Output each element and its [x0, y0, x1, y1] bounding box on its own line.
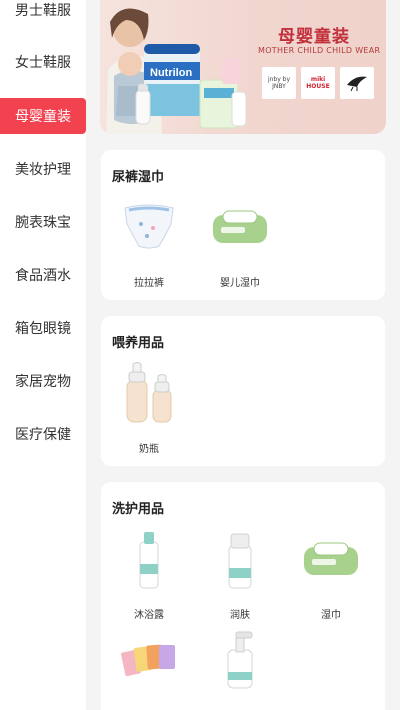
- category-item-pull-ups[interactable]: 拉拉裤: [114, 196, 184, 292]
- section-feeding: 喂养用品 奶瓶: [101, 316, 385, 466]
- body-wash-icon: [118, 528, 180, 590]
- nutrilon-logo-text: Nutrilon: [150, 67, 192, 79]
- section-diapers-wipes: 尿裤湿巾 拉拉裤 婴儿湿巾: [101, 150, 385, 300]
- banner-subtitle: MOTHER CHILD CHILD WEAR: [258, 46, 381, 55]
- sidebar-item-food-drinks[interactable]: 食品酒水: [0, 257, 86, 293]
- baby-bottle-icon: [118, 362, 180, 424]
- category-item-wet-wipes[interactable]: 湿巾: [296, 528, 366, 624]
- category-item-baby-bottle[interactable]: 奶瓶: [114, 362, 184, 458]
- section-bath-care: 洗护用品 沐浴露 润肤 湿巾: [101, 482, 385, 710]
- lotion-icon: [209, 528, 271, 590]
- sidebar-item-medical-health[interactable]: 医疗保健: [0, 416, 86, 452]
- brand-logo-mikihouse[interactable]: miki HOUSE: [301, 67, 335, 99]
- sidebar-item-home-pets[interactable]: 家居宠物: [0, 363, 86, 399]
- category-item-body-wash[interactable]: 沐浴露: [114, 528, 184, 624]
- sidebar-item-label: 女士鞋服: [15, 55, 71, 71]
- sidebar-item-label: 食品酒水: [15, 268, 71, 284]
- wet-wipes-icon: [300, 528, 362, 590]
- brand-logo-jnby[interactable]: jnby by JNBY: [262, 67, 296, 99]
- sidebar-item-label: 家居宠物: [15, 374, 71, 390]
- wipe-packets-icon: [118, 628, 180, 690]
- category-item-baby-wipes[interactable]: 婴儿湿巾: [205, 196, 275, 292]
- sidebar-item-label: 腕表珠宝: [15, 215, 71, 231]
- sidebar-item-women-apparel[interactable]: 女士鞋服: [0, 44, 86, 80]
- section-title: 洗护用品: [112, 502, 165, 517]
- sidebar-item-label: 美妆护理: [15, 162, 71, 178]
- sidebar-item-label: 医疗保健: [15, 427, 71, 443]
- item-label: 拉拉裤: [134, 278, 164, 289]
- item-label: 沐浴露: [134, 610, 164, 621]
- banner-title: 母婴童装: [278, 27, 350, 47]
- item-label: 润肤: [230, 610, 250, 621]
- sidebar-item-beauty-care[interactable]: 美妆护理: [0, 151, 86, 187]
- category-content: Nutrilon 母婴童装 MOTHER CHILD CHILD WEAR jn…: [86, 0, 400, 710]
- brand-logos: jnby by JNBY miki HOUSE: [262, 67, 374, 99]
- wet-wipes-icon: [209, 196, 271, 258]
- sidebar-item-bags-glasses[interactable]: 箱包眼镜: [0, 310, 86, 346]
- pump-bottle-icon: [209, 628, 271, 690]
- brand-logo-miki-house-small[interactable]: [340, 67, 374, 99]
- app-root: 男士鞋服 女士鞋服 母婴童装 美妆护理 腕表珠宝 食品酒水 箱包眼镜 家居宠物 …: [0, 0, 400, 710]
- section-title: 喂养用品: [112, 336, 165, 351]
- item-label: 婴儿湿巾: [220, 278, 260, 289]
- sidebar-item-mother-baby[interactable]: 母婴童装: [0, 98, 86, 134]
- category-item-pump-bottle[interactable]: [205, 628, 275, 710]
- bird-logo-icon: [347, 76, 367, 92]
- sidebar-item-label: 男士鞋服: [15, 3, 71, 19]
- mother-baby-photo-icon: Nutrilon: [106, 8, 247, 134]
- sidebar-item-men-apparel[interactable]: 男士鞋服: [0, 0, 86, 28]
- category-item-wipe-packets[interactable]: [114, 628, 184, 710]
- category-sidebar: 男士鞋服 女士鞋服 母婴童装 美妆护理 腕表珠宝 食品酒水 箱包眼镜 家居宠物 …: [0, 0, 86, 710]
- sidebar-item-watches-jewelry[interactable]: 腕表珠宝: [0, 204, 86, 240]
- category-item-lotion[interactable]: 润肤: [205, 528, 275, 624]
- item-label: 奶瓶: [139, 444, 159, 455]
- diaper-icon: [118, 196, 180, 258]
- promo-banner[interactable]: Nutrilon 母婴童装 MOTHER CHILD CHILD WEAR jn…: [100, 0, 386, 134]
- sidebar-item-label: 箱包眼镜: [15, 321, 71, 337]
- item-label: 湿巾: [321, 610, 341, 621]
- sidebar-item-label: 母婴童装: [15, 109, 71, 125]
- section-title: 尿裤湿巾: [112, 170, 165, 185]
